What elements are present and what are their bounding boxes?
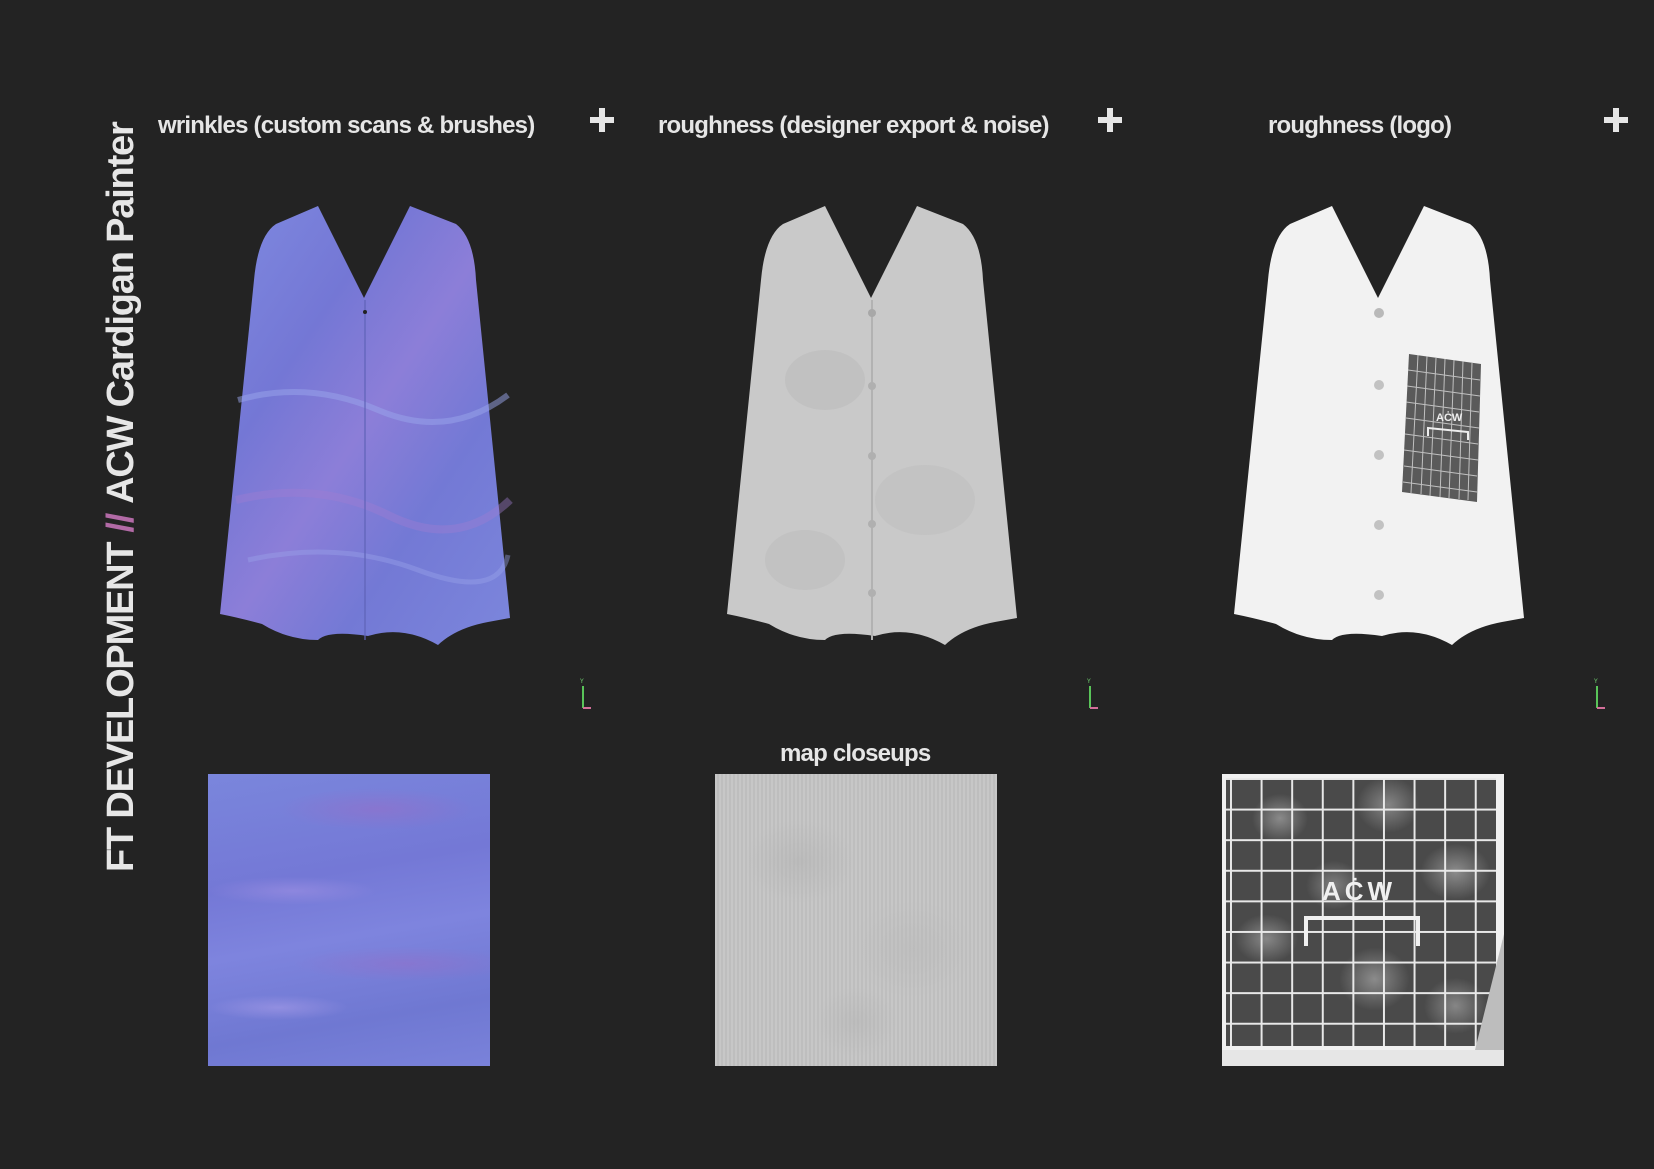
closeups-title: map closeups	[780, 740, 931, 767]
axis-gizmo-icon: Y	[579, 678, 591, 709]
plus-icon	[1098, 108, 1122, 132]
logo-bracket	[1304, 916, 1420, 946]
logo-patch: AĊW	[1402, 354, 1481, 502]
column-label-roughness-noise: roughness (designer export & noise)	[658, 112, 1050, 139]
plus-icon	[590, 108, 614, 132]
logo-mark-text: AĊW	[1436, 411, 1463, 424]
title-part-1: FT DEVELOPMENT	[100, 542, 142, 872]
garment-logo-preview: AĊW	[1234, 206, 1524, 645]
closeup-wrinkles-map	[208, 774, 490, 1066]
title-part-2: ACW Cardigan Painter	[100, 122, 142, 504]
column-label-wrinkles: wrinkles (custom scans & brushes)	[158, 112, 535, 139]
page-title: FT DEVELOPMENT // ACW Cardigan Painter	[100, 122, 143, 872]
axis-gizmo-icon: Y	[1593, 678, 1605, 709]
closeup-roughness-map	[715, 774, 997, 1066]
axis-label: Y	[1593, 678, 1598, 685]
axis-label: Y	[579, 678, 584, 685]
title-separator: //	[100, 513, 142, 533]
plus-icon	[1604, 108, 1628, 132]
closeup-logo-map: AĊW	[1222, 774, 1504, 1066]
column-label-roughness-logo: roughness (logo)	[1268, 112, 1452, 139]
axis-label: Y	[1086, 678, 1091, 685]
garment-wrinkles-preview	[220, 206, 513, 645]
garment-roughness-preview	[727, 206, 1017, 645]
closeup-logo-text: AĊW	[1322, 876, 1397, 906]
axis-gizmo-icon: Y	[1086, 678, 1098, 709]
